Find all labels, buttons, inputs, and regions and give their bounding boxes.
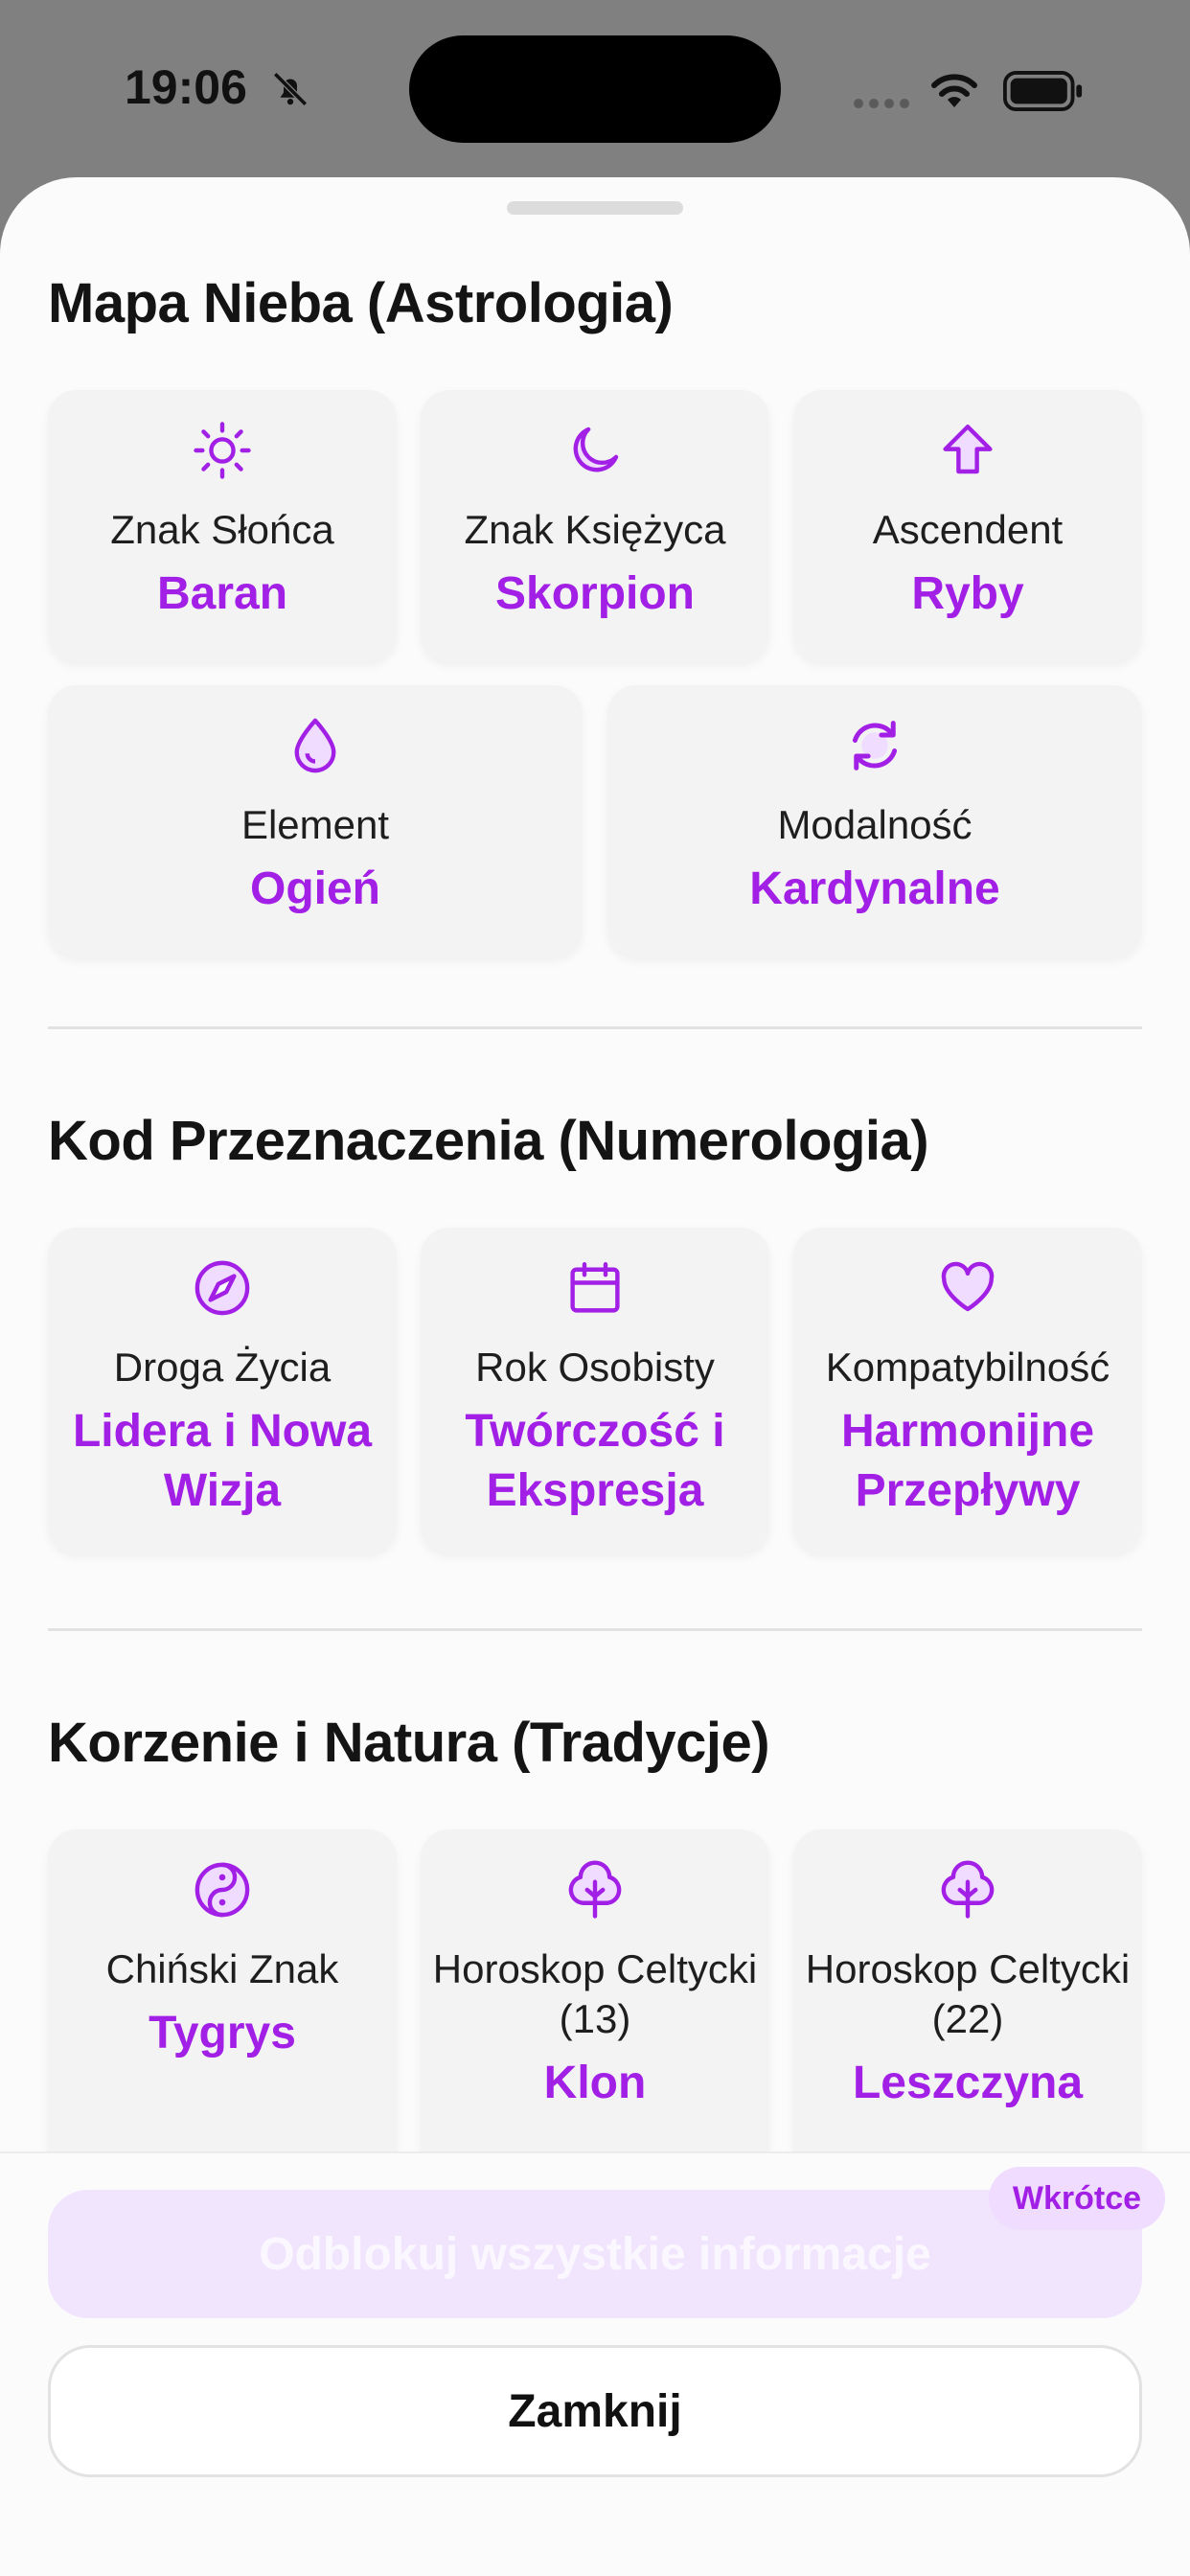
card-life-path: Droga Życia Lidera i Nowa Wizja [48, 1228, 397, 1553]
card-moon-sign: Znak Księżyca Skorpion [421, 390, 769, 662]
tree-icon [568, 1860, 622, 1919]
card-label: Znak Słońca [110, 507, 334, 552]
section-divider [48, 1026, 1142, 1029]
section-title-numerology: Kod Przeznaczenia (Numerologia) [48, 1110, 929, 1172]
card-label: Rok Osobisty [475, 1345, 715, 1390]
card-sun-sign: Znak Słońca Baran [48, 390, 397, 662]
card-value: Baran [156, 568, 288, 619]
card-label: Horoskop Celtycki (22) [805, 1946, 1131, 2041]
sun-icon [194, 422, 251, 479]
sheet-grabber[interactable] [507, 201, 683, 215]
card-value: Leszczyna [852, 2058, 1084, 2108]
refresh-icon [852, 721, 898, 770]
bottom-sheet: Mapa Nieba (Astrologia) Znak Słońca Bara… [0, 177, 1190, 2576]
status-bar: 19:06 [0, 0, 1190, 182]
section-divider [48, 1628, 1142, 1631]
card-label: Modalność [777, 802, 973, 847]
card-celtic-13: Horoskop Celtycki (13) Klon [421, 1829, 769, 2194]
section-title-traditions: Korzenie i Natura (Tradycje) [48, 1712, 770, 1774]
tree-icon [941, 1860, 995, 1919]
card-modality: Modalność Kardynalne [607, 685, 1142, 957]
card-label: Element [240, 802, 390, 847]
battery-icon [1003, 71, 1083, 111]
moon-icon [573, 426, 619, 472]
card-value: Ryby [911, 568, 1024, 619]
card-personal-year: Rok Osobisty Twórczość i Ekspresja [421, 1228, 769, 1553]
card-value: Harmonijne Przepływy [840, 1406, 1095, 1516]
card-value: Lidera i Nowa Wizja [72, 1406, 373, 1516]
close-button[interactable]: Zamknij [48, 2345, 1142, 2477]
arrow-up-icon [943, 425, 993, 474]
calendar-icon [570, 1262, 620, 1313]
card-label: Ascendent [872, 507, 1064, 552]
status-time: 19:06 [125, 60, 247, 114]
section-title-astrology: Mapa Nieba (Astrologia) [48, 272, 674, 334]
card-label: Kompatybilność [825, 1345, 1110, 1390]
card-chinese-sign: Chiński Znak Tygrys [48, 1829, 397, 2194]
dynamic-island [409, 35, 781, 143]
card-compatibility: Kompatybilność Harmonijne Przepływy [793, 1228, 1142, 1553]
droplet-icon [294, 718, 336, 773]
unlock-all-button[interactable]: Odblokuj wszystkie informacje [48, 2190, 1142, 2318]
card-label: Chiński Znak [105, 1946, 339, 1991]
card-value: Twórczość i Ekspresja [465, 1406, 725, 1516]
card-celtic-22: Horoskop Celtycki (22) Leszczyna [793, 1829, 1142, 2194]
compass-icon [195, 1260, 250, 1316]
card-element: Element Ogień [48, 685, 583, 957]
heart-icon [941, 1261, 995, 1312]
yin-yang-icon [195, 1862, 250, 1918]
card-label: Droga Życia [113, 1345, 332, 1390]
card-label: Horoskop Celtycki (13) [432, 1946, 758, 2041]
card-value: Klon [543, 2058, 647, 2108]
card-value: Kardynalne [749, 863, 1000, 914]
coming-soon-badge: Wkrótce [989, 2167, 1165, 2230]
card-ascendant: Ascendent Ryby [793, 390, 1142, 662]
card-value: Ogień [249, 863, 380, 914]
bell-slash-icon [273, 72, 308, 106]
card-label: Znak Księżyca [464, 507, 726, 552]
card-value: Skorpion [494, 568, 695, 619]
wifi-icon [931, 74, 977, 107]
card-value: Tygrys [149, 2008, 296, 2058]
signal-icon [854, 99, 909, 108]
